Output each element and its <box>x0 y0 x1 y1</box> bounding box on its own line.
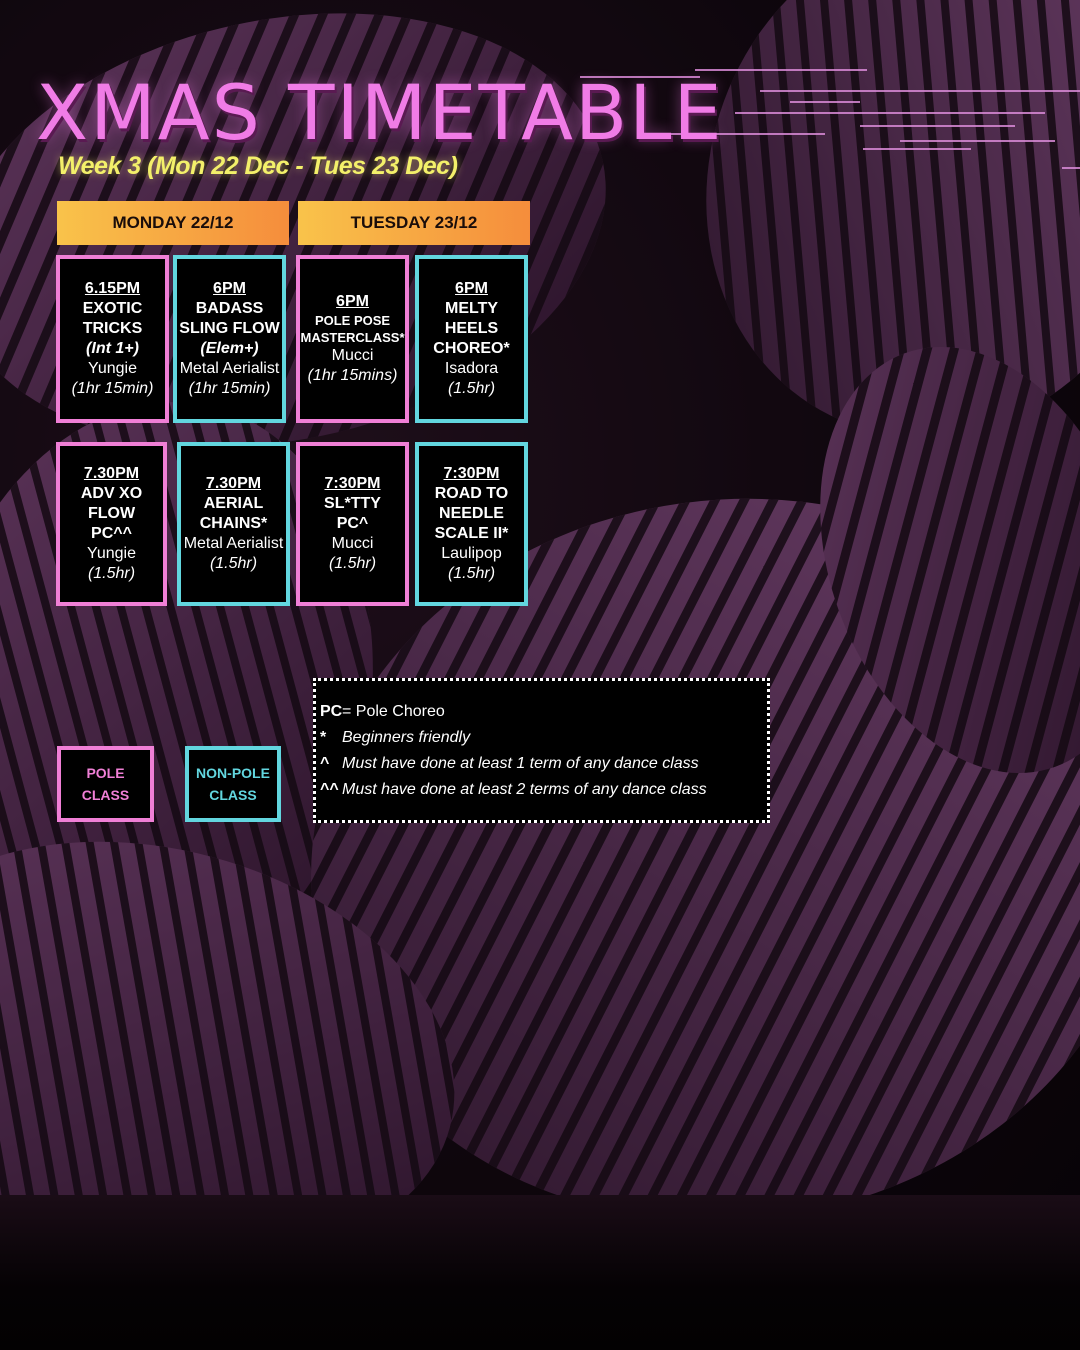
class-teacher: Laulipop <box>441 545 502 562</box>
class-time: 6PM <box>336 293 369 310</box>
class-duration: (1hr 15min) <box>71 380 154 397</box>
class-time: 7.30PM <box>83 465 140 482</box>
class-card[interactable]: 7.30PM ADV XO FLOW PC^^ Yungie (1.5hr) <box>56 442 167 606</box>
class-teacher: Metal Aerialist <box>179 360 280 377</box>
class-time: 7.30PM <box>205 475 262 492</box>
key-symbol: PC <box>320 703 343 720</box>
class-time: 7:30PM <box>324 475 381 492</box>
symbol-key: PC = Pole Choreo * Beginners friendly ^ … <box>313 678 770 823</box>
glitch-line <box>863 148 971 150</box>
class-time: 6PM <box>455 280 488 297</box>
class-duration: (1.5hr) <box>447 565 496 582</box>
legend-pole-class: POLE CLASS <box>57 746 154 822</box>
class-card[interactable]: 7:30PM ROAD TO NEEDLE SCALE II* Laulipop… <box>415 442 528 606</box>
glitch-line <box>1062 167 1080 169</box>
class-level: (Int 1+) <box>86 340 139 357</box>
page-title: XMAS TIMETABLE <box>36 68 724 157</box>
class-card[interactable]: 7.30PM AERIAL CHAINS* Metal Aerialist (1… <box>177 442 290 606</box>
class-duration: (1hr 15mins) <box>307 367 398 384</box>
class-card[interactable]: 6PM POLE POSE MASTERCLASS* Mucci (1hr 15… <box>296 255 409 423</box>
class-teacher: Yungie <box>88 360 137 377</box>
class-card[interactable]: 6PM MELTY HEELS CHOREO* Isadora (1.5hr) <box>415 255 528 423</box>
class-teacher: Isadora <box>444 360 499 377</box>
class-name: BADASS SLING FLOW <box>179 300 280 337</box>
class-teacher: Mucci <box>331 347 374 364</box>
class-duration: (1.5hr) <box>447 380 496 397</box>
class-name: ADV XO FLOW PC^^ <box>80 485 143 542</box>
class-time: 6.15PM <box>84 280 141 297</box>
class-name: EXOTIC TRICKS <box>82 300 143 337</box>
class-duration: (1.5hr) <box>209 555 258 572</box>
class-name: ROAD TO NEEDLE SCALE II* <box>434 485 509 542</box>
class-card[interactable]: 6.15PM EXOTIC TRICKS (Int 1+) Yungie (1h… <box>56 255 169 423</box>
timetable-poster: XMAS TIMETABLE Week 3 (Mon 22 Dec - Tues… <box>0 0 1080 1350</box>
glitch-line <box>860 125 1015 127</box>
key-text: Must have done at least 2 terms of any d… <box>342 781 707 798</box>
class-card[interactable]: 6PM BADASS SLING FLOW (Elem+) Metal Aeri… <box>173 255 286 423</box>
class-teacher: Metal Aerialist <box>183 535 284 552</box>
class-duration: (1hr 15min) <box>188 380 271 397</box>
class-time: 7:30PM <box>443 465 500 482</box>
class-name: MELTY HEELS CHOREO* <box>433 300 510 357</box>
class-name: POLE POSE MASTERCLASS* <box>300 313 405 345</box>
day-header-monday: MONDAY 22/12 <box>57 201 289 245</box>
glitch-line <box>900 140 1055 142</box>
class-teacher: Yungie <box>87 545 136 562</box>
key-row: * Beginners friendly <box>320 725 763 751</box>
week-subtitle: Week 3 (Mon 22 Dec - Tues 23 Dec) <box>58 152 458 180</box>
legend-non-pole-class: NON-POLE CLASS <box>185 746 281 822</box>
class-level: (Elem+) <box>200 340 259 357</box>
key-row: ^ Must have done at least 1 term of any … <box>320 751 763 777</box>
key-symbol: * <box>320 729 327 746</box>
class-name: AERIAL CHAINS* <box>199 495 268 532</box>
glitch-line <box>790 101 860 103</box>
class-time: 6PM <box>213 280 246 297</box>
key-symbol: ^^ <box>320 781 339 798</box>
key-text: = Pole Choreo <box>342 703 445 720</box>
key-row: PC = Pole Choreo <box>320 699 763 725</box>
class-card[interactable]: 7:30PM SL*TTY PC^ Mucci (1.5hr) <box>296 442 409 606</box>
glitch-line <box>760 90 1080 92</box>
bottom-fade <box>0 1195 1080 1350</box>
key-text: Beginners friendly <box>342 729 471 746</box>
day-header-tuesday: TUESDAY 23/12 <box>298 201 530 245</box>
key-text: Must have done at least 1 term of any da… <box>342 755 699 772</box>
key-row: ^^ Must have done at least 2 terms of an… <box>320 777 763 803</box>
class-duration: (1.5hr) <box>87 565 136 582</box>
class-name: SL*TTY PC^ <box>324 495 381 532</box>
glitch-line <box>735 112 1045 114</box>
class-duration: (1.5hr) <box>328 555 377 572</box>
class-teacher: Mucci <box>331 535 374 552</box>
key-symbol: ^ <box>320 755 330 772</box>
